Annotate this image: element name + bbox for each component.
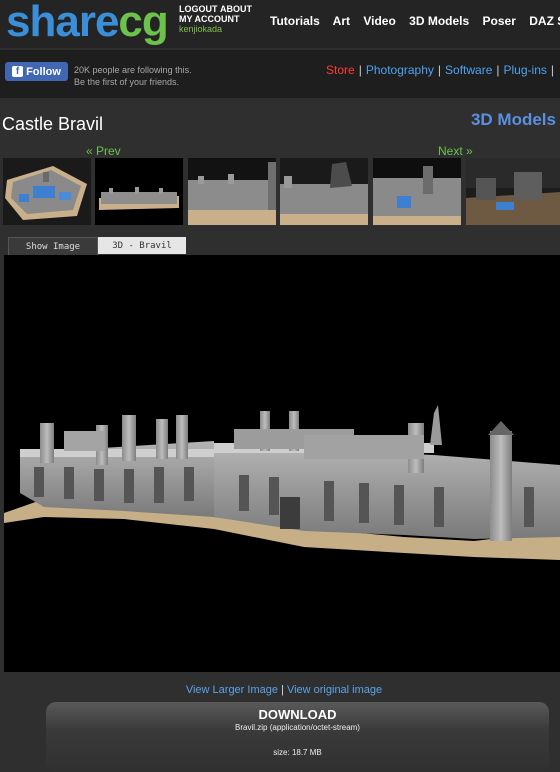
site-header: sharecg LOGOUT ABOUT MY ACCOUNT kenjioka… <box>0 0 560 48</box>
photography-link[interactable]: Photography <box>366 63 434 77</box>
store-link[interactable]: Store <box>326 63 355 77</box>
download-size: size: 18.7 MB <box>273 748 322 757</box>
link-divider: | <box>281 684 284 696</box>
nav-poser[interactable]: Poser <box>483 14 516 28</box>
facebook-follow-button[interactable]: f Follow <box>5 62 68 81</box>
thumbnail-3[interactable] <box>188 158 276 225</box>
download-button[interactable]: DOWNLOAD Bravil.zip (application/octet-s… <box>46 702 549 772</box>
logo-cg-text: cg <box>118 0 168 46</box>
download-title: DOWNLOAD <box>258 707 337 722</box>
download-filename: Bravil.zip (application/octet-stream) <box>235 723 360 732</box>
logout-link[interactable]: LOGOUT <box>179 4 218 14</box>
page-title: Castle Bravil <box>2 114 104 134</box>
nav-tutorials[interactable]: Tutorials <box>270 14 320 28</box>
castle-render-image <box>4 255 560 672</box>
nav-art[interactable]: Art <box>333 14 350 28</box>
nav-video[interactable]: Video <box>363 14 395 28</box>
account-links: LOGOUT ABOUT MY ACCOUNT kenjiokada <box>179 4 252 34</box>
username-link[interactable]: kenjiokada <box>179 24 222 34</box>
logo-share-text: share <box>6 0 119 46</box>
view-original-image-link[interactable]: View original image <box>287 684 382 696</box>
divider: | <box>496 63 500 77</box>
category-links: Store | Photography | Software | Plug-ins | <box>326 63 558 77</box>
follow-label: Follow <box>26 65 61 78</box>
thumbnail-1[interactable] <box>3 158 91 225</box>
prev-link[interactable]: « Prev <box>86 144 121 158</box>
nav-daz-studio[interactable]: DAZ St <box>529 14 560 28</box>
about-link[interactable]: ABOUT <box>220 4 252 14</box>
view-larger-image-link[interactable]: View Larger Image <box>186 684 278 696</box>
main-image-viewer[interactable] <box>4 255 560 672</box>
sharecg-logo[interactable]: sharecg <box>6 0 169 48</box>
facebook-icon: f <box>12 66 24 77</box>
software-link[interactable]: Software <box>445 63 492 77</box>
image-links: View Larger Image | View original image <box>0 684 560 696</box>
social-bar: f Follow 20K people are following this. … <box>0 50 560 98</box>
nav-3d-models[interactable]: 3D Models <box>409 14 469 28</box>
follow-count-text: 20K people are following this. <box>74 65 192 75</box>
divider: | <box>358 63 362 77</box>
next-link[interactable]: Next » <box>438 144 473 158</box>
follow-info: 20K people are following this. Be the fi… <box>74 64 192 88</box>
thumbnail-2[interactable] <box>95 158 183 225</box>
thumbnail-5[interactable] <box>373 158 461 225</box>
thumbnail-6[interactable] <box>466 158 560 225</box>
follow-friends-text: Be the first of your friends. <box>74 77 180 87</box>
main-nav: Tutorials Art Video 3D Models Poser DAZ … <box>270 14 560 28</box>
divider: | <box>550 63 554 77</box>
thumbnail-4[interactable] <box>280 158 368 225</box>
tab-show-image[interactable]: Show Image <box>8 237 98 255</box>
divider: | <box>437 63 442 77</box>
plugins-link[interactable]: Plug-ins <box>504 63 547 77</box>
tab-3d-view[interactable]: 3D - Bravil <box>98 237 186 254</box>
section-title[interactable]: 3D Models <box>471 110 556 130</box>
my-account-link[interactable]: MY ACCOUNT <box>179 14 240 24</box>
